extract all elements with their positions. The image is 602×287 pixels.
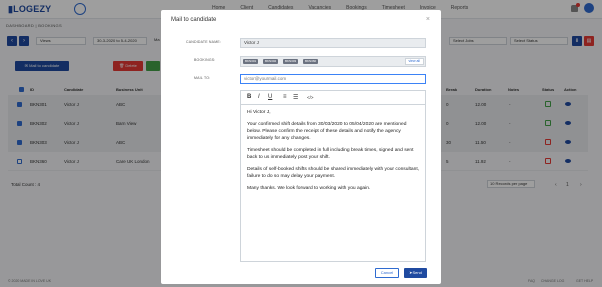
underline-button[interactable]: U: [268, 94, 272, 100]
candidate-name-label: CANDIDATE NAME:: [186, 40, 222, 44]
booking-tag: BKN301: [243, 59, 259, 64]
mail-to-field[interactable]: victor@yourmail.com: [240, 74, 426, 84]
mail-modal: Mail to candidate × CANDIDATE NAME: Vict…: [161, 10, 441, 284]
code-view-icon[interactable]: </>: [307, 95, 314, 100]
editor-toolbar: B I U ≡ ☰ </>: [241, 91, 425, 105]
body-paragraph: Your confirmed shift details from 30/03/…: [247, 122, 407, 141]
greeting: Hi Victor J,: [247, 110, 271, 115]
send-button[interactable]: ➤Send: [404, 268, 427, 278]
booking-tag: BKN303: [283, 59, 299, 64]
modal-title: Mail to candidate: [171, 17, 217, 23]
body-paragraph: Many thanks. We look forward to working …: [247, 185, 371, 191]
booking-tag: BKN360: [303, 59, 319, 64]
bullet-list-icon[interactable]: ☰: [293, 94, 298, 101]
mail-to-label: MAIL TO:: [194, 76, 211, 80]
ordered-list-icon[interactable]: ≡: [283, 94, 287, 100]
view-all-button[interactable]: view all: [404, 58, 424, 65]
close-icon[interactable]: ×: [426, 16, 430, 23]
body-paragraph: Details of self-booked shifts should be …: [247, 166, 420, 179]
italic-button[interactable]: I: [258, 94, 260, 100]
booking-tag: BKN302: [263, 59, 279, 64]
candidate-name-field[interactable]: Victor J: [240, 38, 426, 48]
email-editor[interactable]: B I U ≡ ☰ </> Hi Victor J, Your confirme…: [240, 90, 426, 262]
bookings-label: BOOKINGS:: [194, 58, 216, 62]
cancel-button[interactable]: Cancel: [375, 268, 399, 278]
bold-button[interactable]: B: [247, 94, 251, 100]
email-body[interactable]: Hi Victor J, Your confirmed shift detail…: [247, 110, 421, 198]
body-paragraph: Timesheet should be completed in full in…: [247, 147, 414, 160]
bookings-field[interactable]: BKN301 BKN302 BKN303 BKN360 view all: [240, 56, 426, 67]
